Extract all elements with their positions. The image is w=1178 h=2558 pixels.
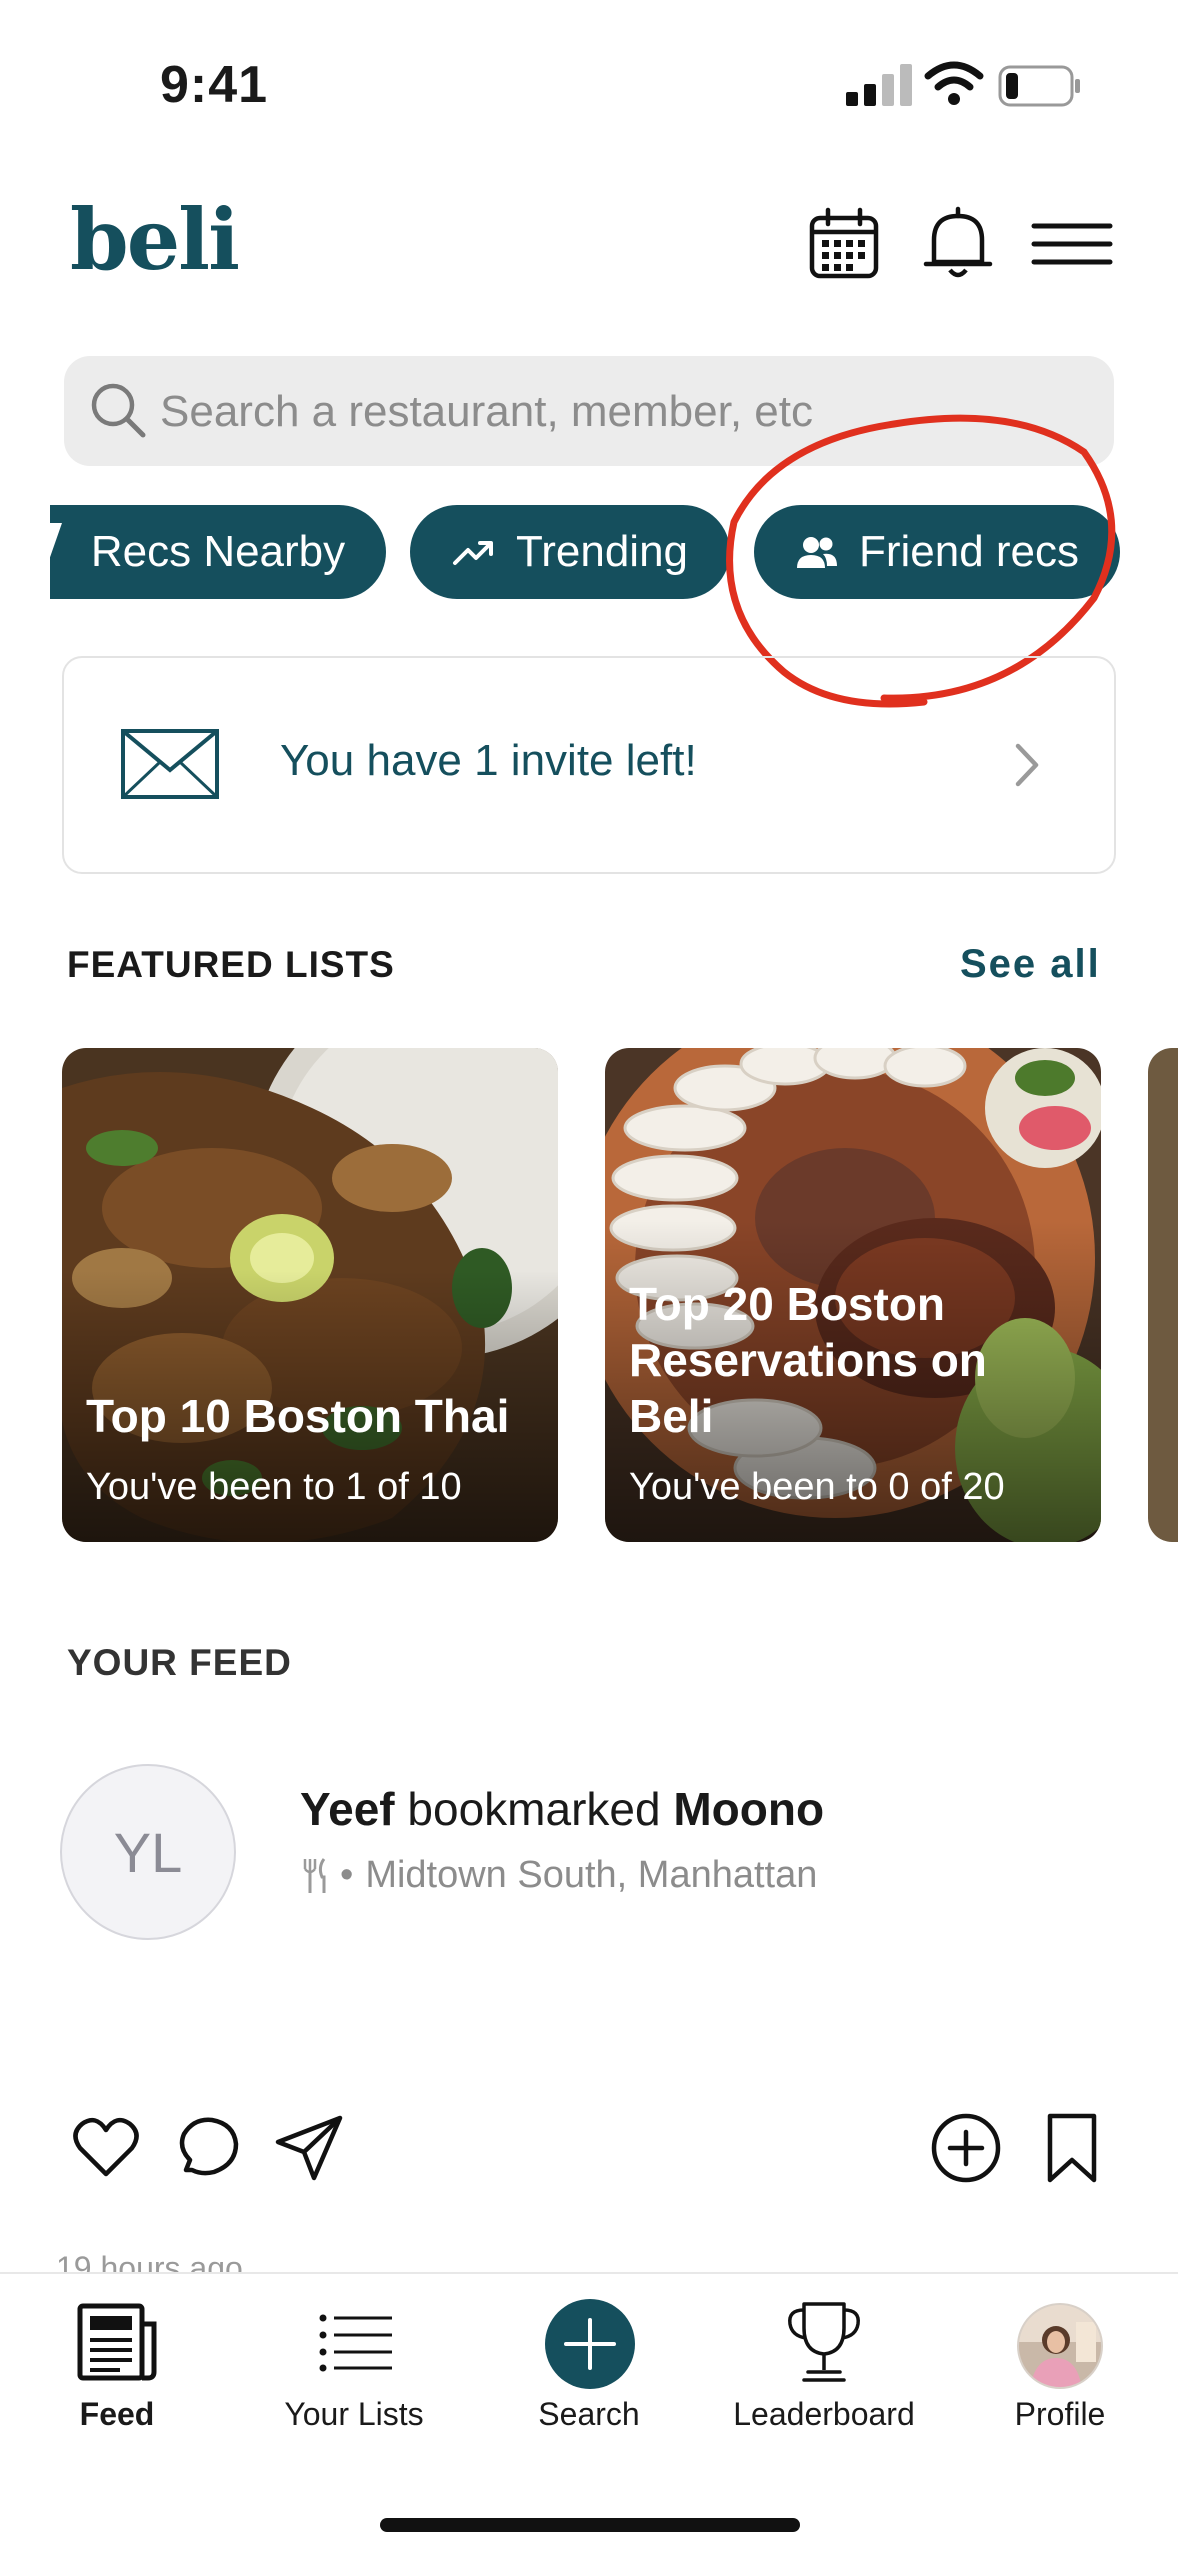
list-icon[interactable] (318, 2312, 394, 2372)
feed-item-location-row: • Midtown South, Manhattan (300, 1854, 817, 1897)
trophy-icon[interactable] (784, 2300, 864, 2384)
menu-icon[interactable] (1030, 206, 1114, 282)
calendar-icon[interactable] (806, 206, 882, 282)
bookmark-icon[interactable] (1036, 2112, 1108, 2184)
search-icon (91, 383, 146, 438)
home-indicator (380, 2518, 800, 2532)
heart-icon[interactable] (70, 2112, 142, 2184)
featured-list-card-reservations[interactable]: Top 20 Boston Reservations on Beli You'v… (605, 1048, 1101, 1542)
tab-profile-label[interactable]: Profile (950, 2396, 1170, 2433)
chip-label: Recs Nearby (90, 527, 346, 576)
envelope-icon (121, 729, 219, 799)
chip-recs-nearby[interactable]: Recs Nearby (48, 505, 386, 599)
tab-leaderboard-label[interactable]: Leaderboard (714, 2396, 934, 2433)
fork-knife-icon (303, 1857, 326, 1893)
tab-your-lists-label[interactable]: Your Lists (244, 2396, 464, 2433)
share-icon[interactable] (274, 2112, 346, 2184)
featured-list-card-partial[interactable] (1148, 1048, 1178, 1542)
feed-location: Midtown South, Manhattan (365, 1854, 818, 1896)
notification-bell-icon[interactable] (920, 206, 996, 282)
your-feed-title: YOUR FEED (67, 1642, 292, 1683)
feed-restaurant-name[interactable]: Moono (673, 1783, 824, 1835)
battery-icon (998, 65, 1080, 107)
chip-trending[interactable]: Trending (410, 505, 730, 599)
status-time: 9:41 (160, 56, 269, 114)
feed-action: bookmarked (407, 1783, 661, 1835)
card-title: Top 20 Boston Reservations on Beli (629, 1278, 987, 1442)
feed-newspaper-icon[interactable] (76, 2300, 158, 2382)
invite-text: You have 1 invite left! (280, 736, 697, 785)
search-plus-icon[interactable] (544, 2298, 636, 2390)
comment-icon[interactable] (172, 2112, 244, 2184)
card-subtitle: You've been to 1 of 10 (86, 1466, 462, 1508)
chevron-right-icon (1015, 743, 1039, 787)
tab-search-label[interactable]: Search (479, 2396, 699, 2433)
avatar[interactable]: YL (60, 1764, 236, 1940)
see-all-link[interactable]: See all (960, 942, 1101, 987)
card-title: Top 10 Boston Thai (86, 1390, 510, 1442)
featured-lists-title: FEATURED LISTS (67, 944, 395, 985)
profile-avatar[interactable] (1016, 2302, 1104, 2390)
feed-item-headline: Yeef bookmarked Moono (300, 1782, 824, 1836)
chip-label: Trending (515, 527, 689, 576)
cellular-signal-icon (846, 64, 912, 106)
add-circle-icon[interactable] (930, 2112, 1002, 2184)
trending-up-icon (452, 541, 493, 565)
card-subtitle: You've been to 0 of 20 (629, 1466, 1005, 1508)
tab-feed-label[interactable]: Feed (7, 2396, 227, 2433)
featured-list-card-thai[interactable]: Top 10 Boston Thai You've been to 1 of 1… (62, 1048, 558, 1542)
app-logo: beli (70, 190, 240, 289)
wifi-icon (924, 61, 984, 105)
feed-user-name[interactable]: Yeef (300, 1783, 395, 1835)
location-arrow-icon (48, 523, 62, 563)
